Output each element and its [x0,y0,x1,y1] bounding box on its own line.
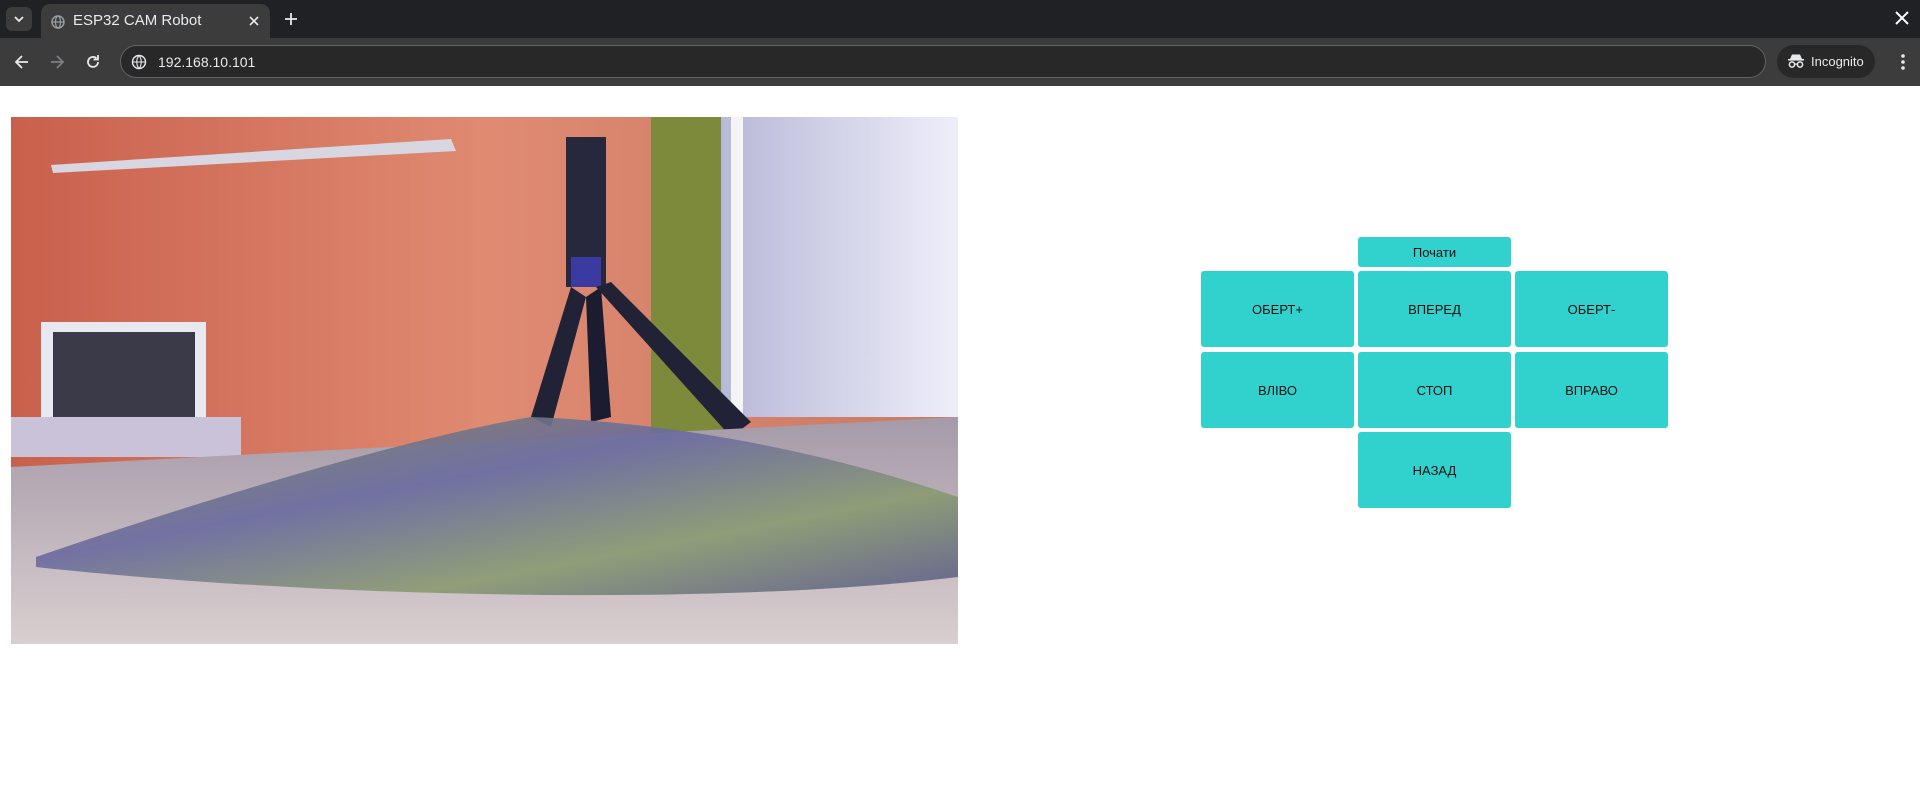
back-button[interactable]: НАЗАД [1358,432,1511,508]
arrow-right-icon[interactable] [47,52,67,72]
address-bar[interactable]: 192.168.10.101 [120,45,1766,78]
rotate-minus-button[interactable]: ОБЕРТ- [1515,271,1668,347]
right-button[interactable]: ВПРАВО [1515,352,1668,428]
browser-tab[interactable]: ESP32 CAM Robot [41,4,270,38]
plus-icon[interactable] [282,10,300,28]
tab-strip: ESP32 CAM Robot [0,0,1920,38]
kebab-menu-icon[interactable] [1900,52,1906,72]
site-info-icon[interactable] [131,54,147,70]
reload-icon[interactable] [83,52,103,72]
browser-toolbar: 192.168.10.101 Incognito [0,38,1920,86]
chevron-down-icon [14,16,24,23]
camera-image [11,117,958,644]
globe-icon [51,15,65,29]
window-close-icon[interactable] [1894,10,1910,26]
arrow-left-icon[interactable] [12,52,32,72]
rotate-plus-button[interactable]: ОБЕРТ+ [1201,271,1354,347]
incognito-label: Incognito [1811,54,1864,69]
start-button[interactable]: Почати [1358,237,1511,267]
camera-stream [11,117,958,644]
tab-title: ESP32 CAM Robot [73,12,202,29]
close-icon[interactable] [247,14,261,28]
url-text: 192.168.10.101 [158,54,256,70]
forward-button[interactable]: ВПЕРЕД [1358,271,1511,347]
left-button[interactable]: ВЛІВО [1201,352,1354,428]
incognito-icon [1788,54,1804,68]
tab-search-button[interactable] [6,7,32,31]
incognito-indicator[interactable]: Incognito [1777,45,1875,78]
stop-button[interactable]: СТОП [1358,352,1511,428]
